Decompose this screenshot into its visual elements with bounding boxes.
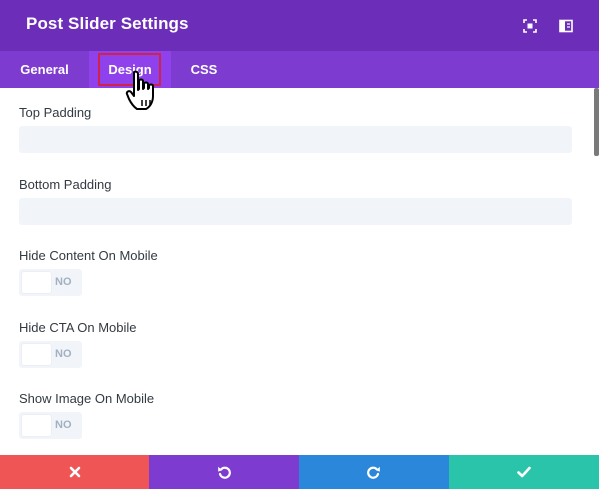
settings-modal: Post Slider Settings General Design CSS … [0, 0, 599, 489]
tab-css[interactable]: CSS [171, 51, 237, 88]
modal-footer [0, 455, 599, 489]
cancel-button[interactable] [0, 455, 149, 489]
toggle-knob [22, 415, 51, 436]
scrollbar-thumb[interactable] [594, 88, 599, 156]
undo-icon [218, 466, 231, 479]
bottom-padding-label: Bottom Padding [19, 177, 112, 192]
hide-cta-mobile-toggle[interactable]: NO [19, 341, 82, 368]
undo-button[interactable] [149, 455, 299, 489]
tab-bar: General Design CSS [0, 51, 599, 88]
hide-cta-mobile-label: Hide CTA On Mobile [19, 320, 137, 335]
settings-content: Top Padding Bottom Padding Hide Content … [0, 88, 599, 455]
hand-pointer-icon [125, 69, 165, 115]
modal-header: Post Slider Settings [0, 0, 599, 51]
toggle-knob [22, 344, 51, 365]
hide-content-mobile-label: Hide Content On Mobile [19, 248, 158, 263]
hide-content-mobile-toggle[interactable]: NO [19, 269, 82, 296]
toggle-knob [22, 272, 51, 293]
toggle-state: NO [55, 348, 72, 360]
toggle-state: NO [55, 419, 72, 431]
tab-general[interactable]: General [0, 51, 89, 88]
bottom-padding-input[interactable] [19, 198, 572, 225]
fullscreen-icon[interactable] [522, 18, 538, 34]
show-image-mobile-label: Show Image On Mobile [19, 391, 155, 406]
toggle-state: NO [55, 276, 72, 288]
top-padding-input[interactable] [19, 126, 572, 153]
sidebar-icon[interactable] [558, 18, 574, 34]
top-padding-label: Top Padding [19, 105, 92, 120]
redo-icon [367, 466, 380, 479]
show-image-mobile-toggle[interactable]: NO [19, 412, 82, 439]
redo-button[interactable] [299, 455, 449, 489]
close-icon [69, 466, 80, 478]
save-button[interactable] [449, 455, 599, 489]
modal-title: Post Slider Settings [26, 14, 189, 33]
check-icon [517, 466, 531, 478]
